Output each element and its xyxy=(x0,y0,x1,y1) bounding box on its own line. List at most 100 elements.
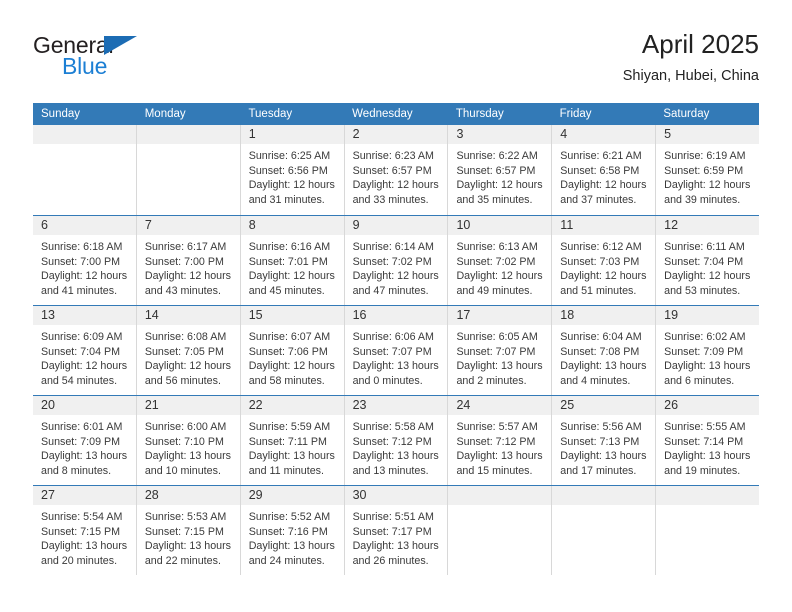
sunrise-text: Sunrise: 5:51 AM xyxy=(352,511,434,523)
day-cell[interactable]: 11 Sunrise: 6:12 AM Sunset: 7:03 PM Dayligh… xyxy=(552,216,657,305)
day-cell[interactable]: 22 Sunrise: 5:59 AM Sunset: 7:11 PM Dayligh… xyxy=(240,396,345,485)
day-number-band: 26 xyxy=(656,396,760,415)
day-number: 16 xyxy=(352,308,367,322)
daylight-text: Daylight: 13 hours and 19 minutes. xyxy=(664,450,751,477)
day-number: 3 xyxy=(456,127,464,141)
day-number-band: 10 xyxy=(448,216,552,235)
day-number: 26 xyxy=(664,398,679,412)
day-number: 14 xyxy=(144,308,159,322)
daylight-text: Daylight: 13 hours and 2 minutes. xyxy=(456,360,543,387)
daylight-text: Daylight: 13 hours and 13 minutes. xyxy=(352,450,439,477)
sunrise-text: Sunrise: 5:57 AM xyxy=(456,421,538,433)
day-info: Sunrise: 6:00 AM Sunset: 7:10 PM Daylight:… xyxy=(137,415,240,478)
sunrise-text: Sunrise: 5:55 AM xyxy=(664,421,746,433)
day-number: 23 xyxy=(352,398,367,412)
day-info: Sunrise: 5:51 AM Sunset: 7:17 PM Daylight:… xyxy=(345,505,448,568)
sunset-text: Sunset: 7:02 PM xyxy=(352,255,432,268)
sunset-text: Sunset: 7:10 PM xyxy=(144,435,224,448)
day-number: 22 xyxy=(248,398,263,412)
day-cell[interactable]: 15 Sunrise: 6:07 AM Sunset: 7:06 PM Dayligh… xyxy=(240,306,345,395)
day-number-band: 25 xyxy=(552,396,656,415)
day-cell[interactable]: 21 Sunrise: 6:00 AM Sunset: 7:10 PM Dayligh… xyxy=(136,396,241,485)
day-cell[interactable]: 1 Sunrise: 6:25 AM Sunset: 6:56 PM Daylight… xyxy=(240,125,345,215)
day-info: Sunrise: 5:56 AM Sunset: 7:13 PM Daylight:… xyxy=(552,415,655,478)
day-number-band: 29 xyxy=(240,486,344,505)
sunrise-text: Sunrise: 6:14 AM xyxy=(352,241,434,253)
day-cell[interactable]: 2 Sunrise: 6:23 AM Sunset: 6:57 PM Daylight… xyxy=(344,125,449,215)
day-cell[interactable]: 30 Sunrise: 5:51 AM Sunset: 7:17 PM Dayligh… xyxy=(344,486,449,575)
day-cell[interactable]: 7 Sunrise: 6:17 AM Sunset: 7:00 PM Daylight… xyxy=(136,216,241,305)
day-cell-empty xyxy=(33,125,137,215)
daylight-text: Daylight: 12 hours and 33 minutes. xyxy=(352,179,439,206)
day-cell[interactable]: 25 Sunrise: 5:56 AM Sunset: 7:13 PM Dayligh… xyxy=(552,396,657,485)
day-number-band: 4 xyxy=(552,125,656,144)
day-cell[interactable]: 18 Sunrise: 6:04 AM Sunset: 7:08 PM Dayligh… xyxy=(552,306,657,395)
sunset-text: Sunset: 6:56 PM xyxy=(248,164,328,177)
day-cell[interactable]: 24 Sunrise: 5:57 AM Sunset: 7:12 PM Dayligh… xyxy=(448,396,553,485)
logo-triangle-icon xyxy=(104,36,137,55)
day-info: Sunrise: 6:02 AM Sunset: 7:09 PM Daylight:… xyxy=(656,325,759,388)
sunrise-text: Sunrise: 6:19 AM xyxy=(664,150,746,162)
sunset-text: Sunset: 7:16 PM xyxy=(248,525,328,538)
day-number-band: 19 xyxy=(656,306,760,325)
day-number: 15 xyxy=(248,308,263,322)
day-number: 20 xyxy=(41,398,55,412)
daylight-text: Daylight: 13 hours and 0 minutes. xyxy=(352,360,439,387)
day-info: Sunrise: 5:55 AM Sunset: 7:14 PM Daylight:… xyxy=(656,415,759,478)
weekday-friday: Friday xyxy=(559,108,592,120)
sunrise-text: Sunrise: 5:54 AM xyxy=(41,511,123,523)
sunset-text: Sunset: 7:11 PM xyxy=(248,435,327,448)
daylight-text: Daylight: 12 hours and 41 minutes. xyxy=(41,270,128,297)
day-info: Sunrise: 6:14 AM Sunset: 7:02 PM Daylight:… xyxy=(345,235,448,298)
day-info: Sunrise: 6:11 AM Sunset: 7:04 PM Daylight:… xyxy=(656,235,759,298)
day-number-band xyxy=(448,486,552,505)
day-number-band: 2 xyxy=(344,125,448,144)
sunrise-text: Sunrise: 6:06 AM xyxy=(352,331,434,343)
sunrise-text: Sunrise: 6:11 AM xyxy=(664,241,745,253)
page-title: April 2025 xyxy=(641,29,759,59)
day-cell[interactable]: 4 Sunrise: 6:21 AM Sunset: 6:58 PM Daylight… xyxy=(552,125,657,215)
day-cell[interactable]: 19 Sunrise: 6:02 AM Sunset: 7:09 PM Dayligh… xyxy=(656,306,760,395)
day-cell[interactable]: 16 Sunrise: 6:06 AM Sunset: 7:07 PM Dayligh… xyxy=(344,306,449,395)
day-cell[interactable]: 26 Sunrise: 5:55 AM Sunset: 7:14 PM Dayligh… xyxy=(656,396,760,485)
day-info: Sunrise: 6:22 AM Sunset: 6:57 PM Daylight:… xyxy=(448,144,551,207)
sunset-text: Sunset: 7:13 PM xyxy=(560,435,640,448)
day-cell[interactable]: 12 Sunrise: 6:11 AM Sunset: 7:04 PM Dayligh… xyxy=(656,216,760,305)
day-cell[interactable]: 9 Sunrise: 6:14 AM Sunset: 7:02 PM Daylight… xyxy=(344,216,449,305)
day-cell[interactable]: 6 Sunrise: 6:18 AM Sunset: 7:00 PM Daylight… xyxy=(33,216,137,305)
day-number-band xyxy=(552,486,656,505)
day-number: 25 xyxy=(560,398,575,412)
day-number-band: 15 xyxy=(240,306,344,325)
day-info: Sunrise: 6:04 AM Sunset: 7:08 PM Daylight:… xyxy=(552,325,655,388)
sunrise-text: Sunrise: 5:52 AM xyxy=(248,511,331,523)
day-cell[interactable]: 20 Sunrise: 6:01 AM Sunset: 7:09 PM Dayligh… xyxy=(33,396,137,485)
day-cell[interactable]: 10 Sunrise: 6:13 AM Sunset: 7:02 PM Dayligh… xyxy=(448,216,553,305)
day-cell[interactable]: 14 Sunrise: 6:08 AM Sunset: 7:05 PM Dayligh… xyxy=(136,306,241,395)
day-cell[interactable]: 23 Sunrise: 5:58 AM Sunset: 7:12 PM Dayligh… xyxy=(344,396,449,485)
sunset-text: Sunset: 7:17 PM xyxy=(352,525,432,538)
daylight-text: Daylight: 12 hours and 37 minutes. xyxy=(560,179,647,206)
day-cell[interactable]: 13 Sunrise: 6:09 AM Sunset: 7:04 PM Dayligh… xyxy=(33,306,137,395)
day-cell[interactable]: 27 Sunrise: 5:54 AM Sunset: 7:15 PM Dayligh… xyxy=(33,486,137,575)
sunset-text: Sunset: 7:07 PM xyxy=(456,345,536,358)
day-number: 19 xyxy=(664,308,679,322)
daylight-text: Daylight: 13 hours and 24 minutes. xyxy=(248,540,335,567)
weekday-sunday: Sunday xyxy=(41,108,81,120)
daylight-text: Daylight: 12 hours and 53 minutes. xyxy=(664,270,751,297)
sunrise-text: Sunrise: 6:16 AM xyxy=(248,241,331,253)
day-number-band: 13 xyxy=(33,306,136,325)
day-info: Sunrise: 6:07 AM Sunset: 7:06 PM Daylight:… xyxy=(241,325,344,388)
day-number: 2 xyxy=(352,127,360,141)
day-info: Sunrise: 6:25 AM Sunset: 6:56 PM Daylight:… xyxy=(241,144,344,207)
day-cell[interactable]: 28 Sunrise: 5:53 AM Sunset: 7:15 PM Dayligh… xyxy=(136,486,241,575)
sunrise-text: Sunrise: 6:00 AM xyxy=(144,421,227,433)
day-cell[interactable]: 8 Sunrise: 6:16 AM Sunset: 7:01 PM Daylight… xyxy=(240,216,345,305)
sunset-text: Sunset: 6:57 PM xyxy=(456,164,536,177)
generalblue-logo: General Blue xyxy=(33,34,223,84)
day-cell[interactable]: 29 Sunrise: 5:52 AM Sunset: 7:16 PM Dayligh… xyxy=(240,486,345,575)
day-cell[interactable]: 3 Sunrise: 6:22 AM Sunset: 6:57 PM Daylight… xyxy=(448,125,553,215)
sunrise-text: Sunrise: 6:01 AM xyxy=(41,421,123,433)
day-cell[interactable]: 5 Sunrise: 6:19 AM Sunset: 6:59 PM Daylight… xyxy=(656,125,760,215)
day-cell[interactable]: 17 Sunrise: 6:05 AM Sunset: 7:07 PM Dayligh… xyxy=(448,306,553,395)
day-number-band: 8 xyxy=(240,216,344,235)
